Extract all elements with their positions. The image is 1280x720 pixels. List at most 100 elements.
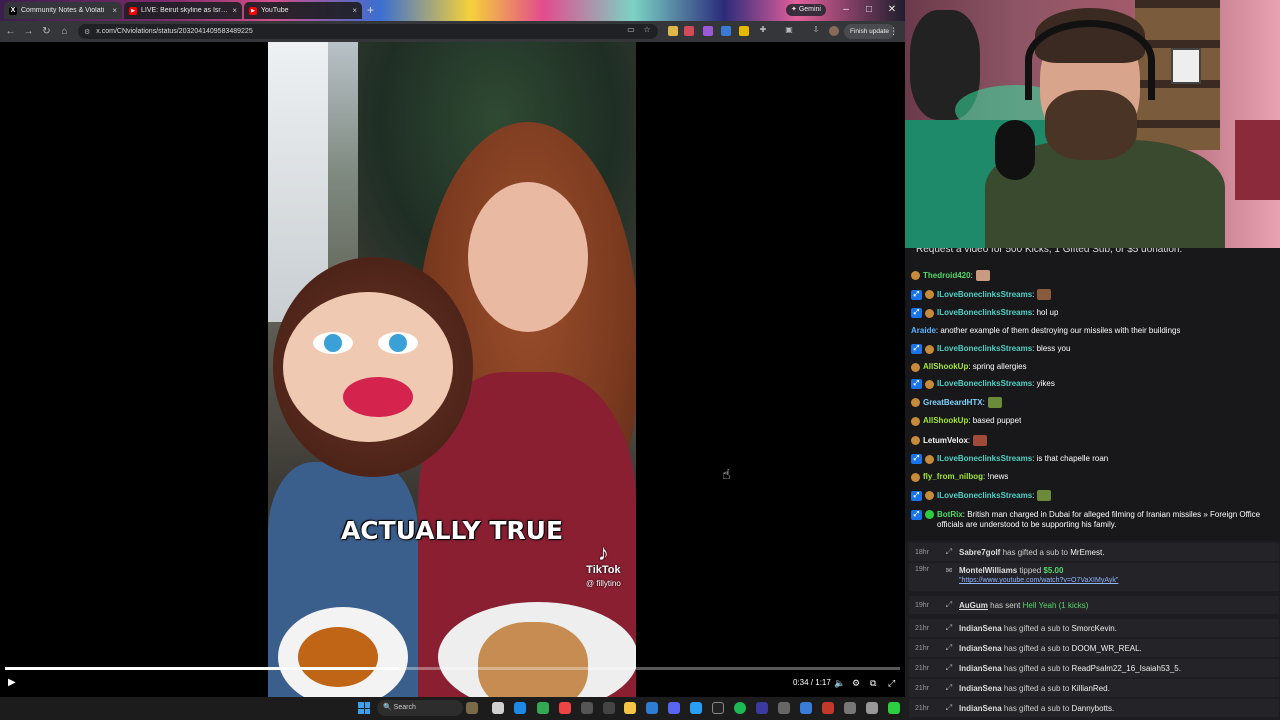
video-progress-bar[interactable] (5, 667, 900, 670)
chat-username[interactable]: GreatBeardHTX (923, 398, 983, 407)
tip-link[interactable]: "https://www.youtube.com/watch?v=O7VaXIM… (959, 577, 1118, 584)
tab-live-beirut[interactable]: ▶ LIVE: Beirut skyline as Israel int × (124, 2, 242, 19)
windows-start-icon[interactable] (358, 702, 370, 714)
obs-icon[interactable] (712, 702, 724, 714)
event-time: 21hr (915, 684, 930, 692)
new-tab-button[interactable]: + (364, 4, 377, 17)
events-panel: 18hr ⤢ Sabre7golf has gifted a sub to MrEm… (905, 541, 1280, 720)
event-username[interactable]: Sabre7golf (959, 548, 1000, 557)
chrome-canary-icon[interactable] (559, 702, 571, 714)
taskbar-app-icon[interactable] (646, 702, 658, 714)
extensions-puzzle-icon[interactable]: ✚ (757, 25, 769, 34)
event-username[interactable]: AuGum (959, 601, 988, 610)
edge-icon[interactable] (514, 702, 526, 714)
downloads-icon[interactable]: ⇩ (810, 25, 822, 34)
back-button[interactable]: ← (3, 24, 18, 39)
fullscreen-icon[interactable]: ⤢ (888, 677, 895, 689)
kick-gift-icon: ⤢ (945, 643, 953, 652)
chat-message-body: fly_from_nilbog: !news (923, 472, 1009, 481)
event-description: has gifted a sub to (1003, 643, 1070, 653)
extension-icon[interactable] (721, 26, 731, 36)
chat-username[interactable]: BotRix (937, 510, 963, 519)
terminal-icon[interactable] (581, 702, 593, 714)
forward-button[interactable]: → (21, 24, 36, 39)
browser-menu-icon[interactable]: ⋮ (889, 24, 898, 39)
volume-icon[interactable]: 🔈 (834, 677, 845, 689)
taskbar-app-icon[interactable] (866, 702, 878, 714)
chat-username[interactable]: ILoveBoneclinksStreams (937, 454, 1032, 463)
taskbar-app-icon[interactable] (800, 702, 812, 714)
subscriber-badge-icon (911, 472, 920, 482)
profile-avatar[interactable] (829, 26, 839, 36)
event-username[interactable]: IndianSena (959, 684, 1002, 693)
settings-gear-icon[interactable]: ⚙ (852, 677, 860, 689)
event-username[interactable]: IndianSena (959, 644, 1002, 653)
taskbar-app-icon[interactable] (844, 702, 856, 714)
taskbar-app-icon[interactable] (603, 702, 615, 714)
play-button[interactable]: ▶ (8, 677, 16, 689)
tab-close-icon[interactable]: × (112, 6, 117, 15)
file-explorer-icon[interactable] (624, 702, 636, 714)
tab-bar: X Community Notes & Violati × ▶ LIVE: Be… (0, 0, 905, 21)
bookmark-star-icon[interactable]: ☆ (641, 25, 653, 34)
chat-message: AllShookUp: based puppet (911, 416, 1276, 426)
video-player[interactable]: ACTUALLY TRUE ♪ TikTok @ fillytino ☝ ▶ 0… (0, 42, 905, 697)
chat-username[interactable]: ILoveBoneclinksStreams (937, 379, 1032, 388)
chat-username[interactable]: AllShookUp (923, 362, 968, 371)
close-window-button[interactable]: ✕ (884, 3, 900, 17)
cast-icon[interactable]: ▭ (625, 25, 637, 34)
gemini-button[interactable]: ✦ Gemini (786, 4, 826, 16)
video-frame[interactable]: ACTUALLY TRUE ♪ TikTok @ fillytino (268, 42, 636, 697)
chat-text: !news (987, 472, 1009, 481)
extension-icon[interactable] (703, 26, 713, 36)
chat-username[interactable]: LetumVelox (923, 436, 968, 445)
taskbar-app-icon[interactable] (756, 702, 768, 714)
chat-username[interactable]: ILoveBoneclinksStreams (937, 308, 1032, 317)
tab-title: Community Notes & Violati (21, 7, 105, 14)
task-view-icon[interactable] (492, 702, 504, 714)
video-tea (298, 627, 378, 687)
tab-close-icon[interactable]: × (232, 6, 237, 15)
discord-icon[interactable] (668, 702, 680, 714)
event-username[interactable]: IndianSena (959, 704, 1002, 713)
side-panel-icon[interactable]: ▣ (783, 25, 795, 34)
taskbar-app-icon[interactable] (822, 702, 834, 714)
chat-username[interactable]: ILoveBoneclinksStreams (937, 344, 1032, 353)
taskbar-app-icon[interactable] (466, 702, 478, 714)
extension-icon[interactable] (739, 26, 749, 36)
event-username[interactable]: MontelWilliams (959, 566, 1017, 575)
tiktok-icon: ♪ (597, 540, 609, 565)
tab-community-notes[interactable]: X Community Notes & Violati × (4, 2, 122, 19)
chat-username[interactable]: ILoveBoneclinksStreams (937, 290, 1032, 299)
tab-youtube[interactable]: ▶ YouTube × (244, 2, 362, 19)
tab-close-icon[interactable]: × (352, 6, 357, 15)
maximize-button[interactable]: □ (861, 3, 877, 17)
extension-icon[interactable] (668, 26, 678, 36)
taskbar-app-icon[interactable] (690, 702, 702, 714)
extension-icon[interactable] (684, 26, 694, 36)
chat-username[interactable]: Thedroid420 (923, 271, 971, 280)
browser-window: X Community Notes & Violati × ▶ LIVE: Be… (0, 0, 905, 697)
finish-update-button[interactable]: Finish update (844, 24, 896, 39)
address-bar[interactable]: ⚙ x.com/CNviolations/status/203204140958… (78, 24, 658, 39)
chat-username[interactable]: Araide (911, 326, 936, 335)
minimize-button[interactable]: – (838, 3, 854, 17)
home-button[interactable]: ⌂ (57, 24, 72, 39)
event-line: IndianSena has gifted a sub to SmorcKevi… (959, 624, 1117, 633)
kick-icon[interactable] (888, 702, 900, 714)
chat-username[interactable]: ILoveBoneclinksStreams (937, 491, 1032, 500)
hand-cursor-icon: ☝ (722, 466, 731, 482)
chrome-icon[interactable] (537, 702, 549, 714)
youtube-icon: ▶ (129, 6, 137, 15)
pip-icon[interactable]: ⧉ (870, 677, 876, 689)
event-username[interactable]: IndianSena (959, 664, 1002, 673)
chat-username[interactable]: AllShookUp (923, 416, 968, 425)
taskbar-app-icon[interactable] (778, 702, 790, 714)
taskbar-search[interactable]: 🔍 Search (377, 700, 463, 716)
chat-text: hol up (1036, 308, 1059, 317)
event-username[interactable]: IndianSena (959, 624, 1002, 633)
reload-button[interactable]: ↻ (39, 24, 54, 39)
site-info-icon[interactable]: ⚙ (84, 28, 90, 36)
chat-username[interactable]: fly_from_nilbog (923, 472, 983, 481)
spotify-icon[interactable] (734, 702, 746, 714)
